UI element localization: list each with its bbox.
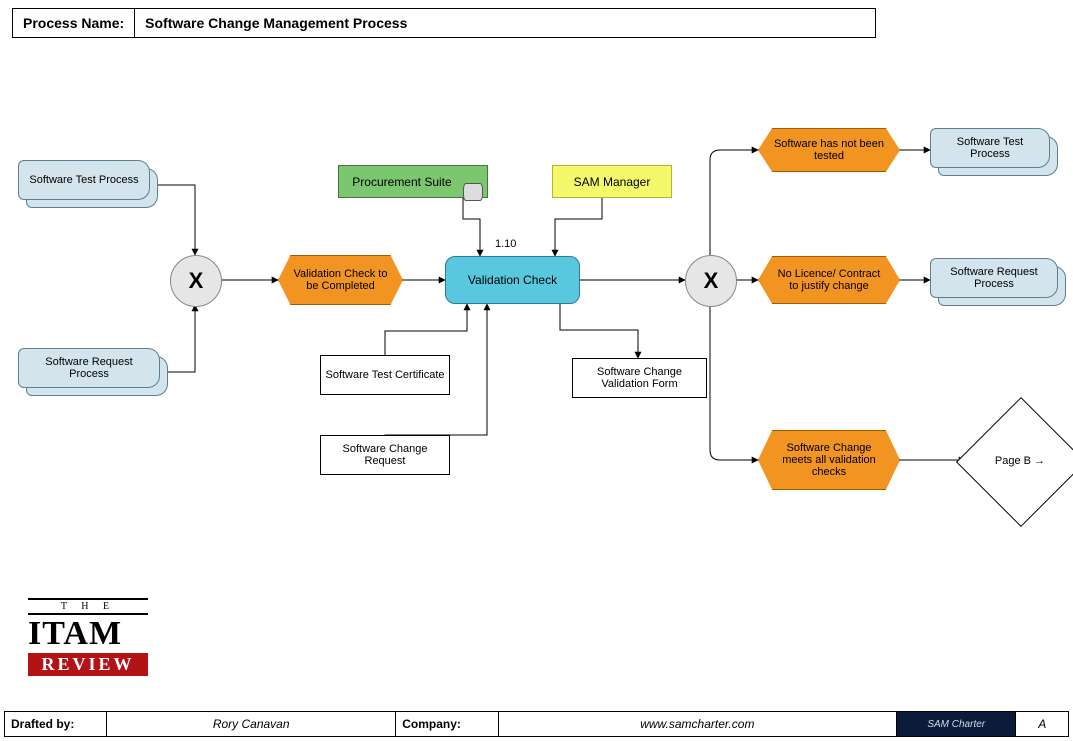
ref-software-request-process-out: Software Request Process bbox=[930, 258, 1070, 306]
procurement-suite-label: Procurement Suite bbox=[352, 175, 451, 189]
logo-itam: ITAM bbox=[28, 615, 148, 653]
sam-charter-badge: SAM Charter bbox=[897, 712, 1016, 736]
ref-software-test-process-out: Software Test Process bbox=[930, 128, 1060, 176]
role-sam-manager: SAM Manager bbox=[552, 165, 672, 198]
doc-software-test-certificate: Software Test Certificate bbox=[320, 355, 450, 395]
hex-meets-checks: Software Change meets all validation che… bbox=[758, 430, 900, 490]
offpage-page-b: Page B → bbox=[975, 416, 1065, 506]
drafted-by-label: Drafted by: bbox=[5, 712, 107, 737]
header-table: Process Name: Software Change Management… bbox=[12, 8, 876, 38]
revision-value: A bbox=[1016, 712, 1069, 737]
company-value: www.samcharter.com bbox=[498, 712, 896, 737]
ref-software-request-process-in: Software Request Process bbox=[18, 348, 168, 396]
process-name-label: Process Name: bbox=[13, 9, 135, 38]
doc-software-change-validation-form: Software Change Validation Form bbox=[572, 358, 707, 398]
process-name-value: Software Change Management Process bbox=[135, 9, 876, 38]
company-label: Company: bbox=[396, 712, 498, 737]
drafted-by-value: Rory Canavan bbox=[107, 712, 396, 737]
task-validation-check: Validation Check bbox=[445, 256, 580, 304]
hex-not-tested: Software has not been tested bbox=[758, 128, 900, 172]
footer-table: Drafted by: Rory Canavan Company: www.sa… bbox=[4, 711, 1069, 737]
logo-review: REVIEW bbox=[28, 653, 148, 676]
hex-no-licence: No Licence/ Contract to justify change bbox=[758, 256, 900, 304]
gateway-merge-1: X bbox=[170, 255, 222, 307]
logo-the: T H E bbox=[28, 598, 148, 615]
ref-software-test-process-in: Software Test Process bbox=[18, 160, 158, 208]
gateway-split-2: X bbox=[685, 255, 737, 307]
task-number-label: 1.10 bbox=[495, 238, 516, 250]
database-icon bbox=[463, 183, 483, 201]
doc-software-change-request: Software Change Request bbox=[320, 435, 450, 475]
hex-validation-to-complete: Validation Check to be Completed bbox=[278, 255, 403, 305]
itam-review-logo: T H E ITAM REVIEW bbox=[28, 598, 148, 676]
